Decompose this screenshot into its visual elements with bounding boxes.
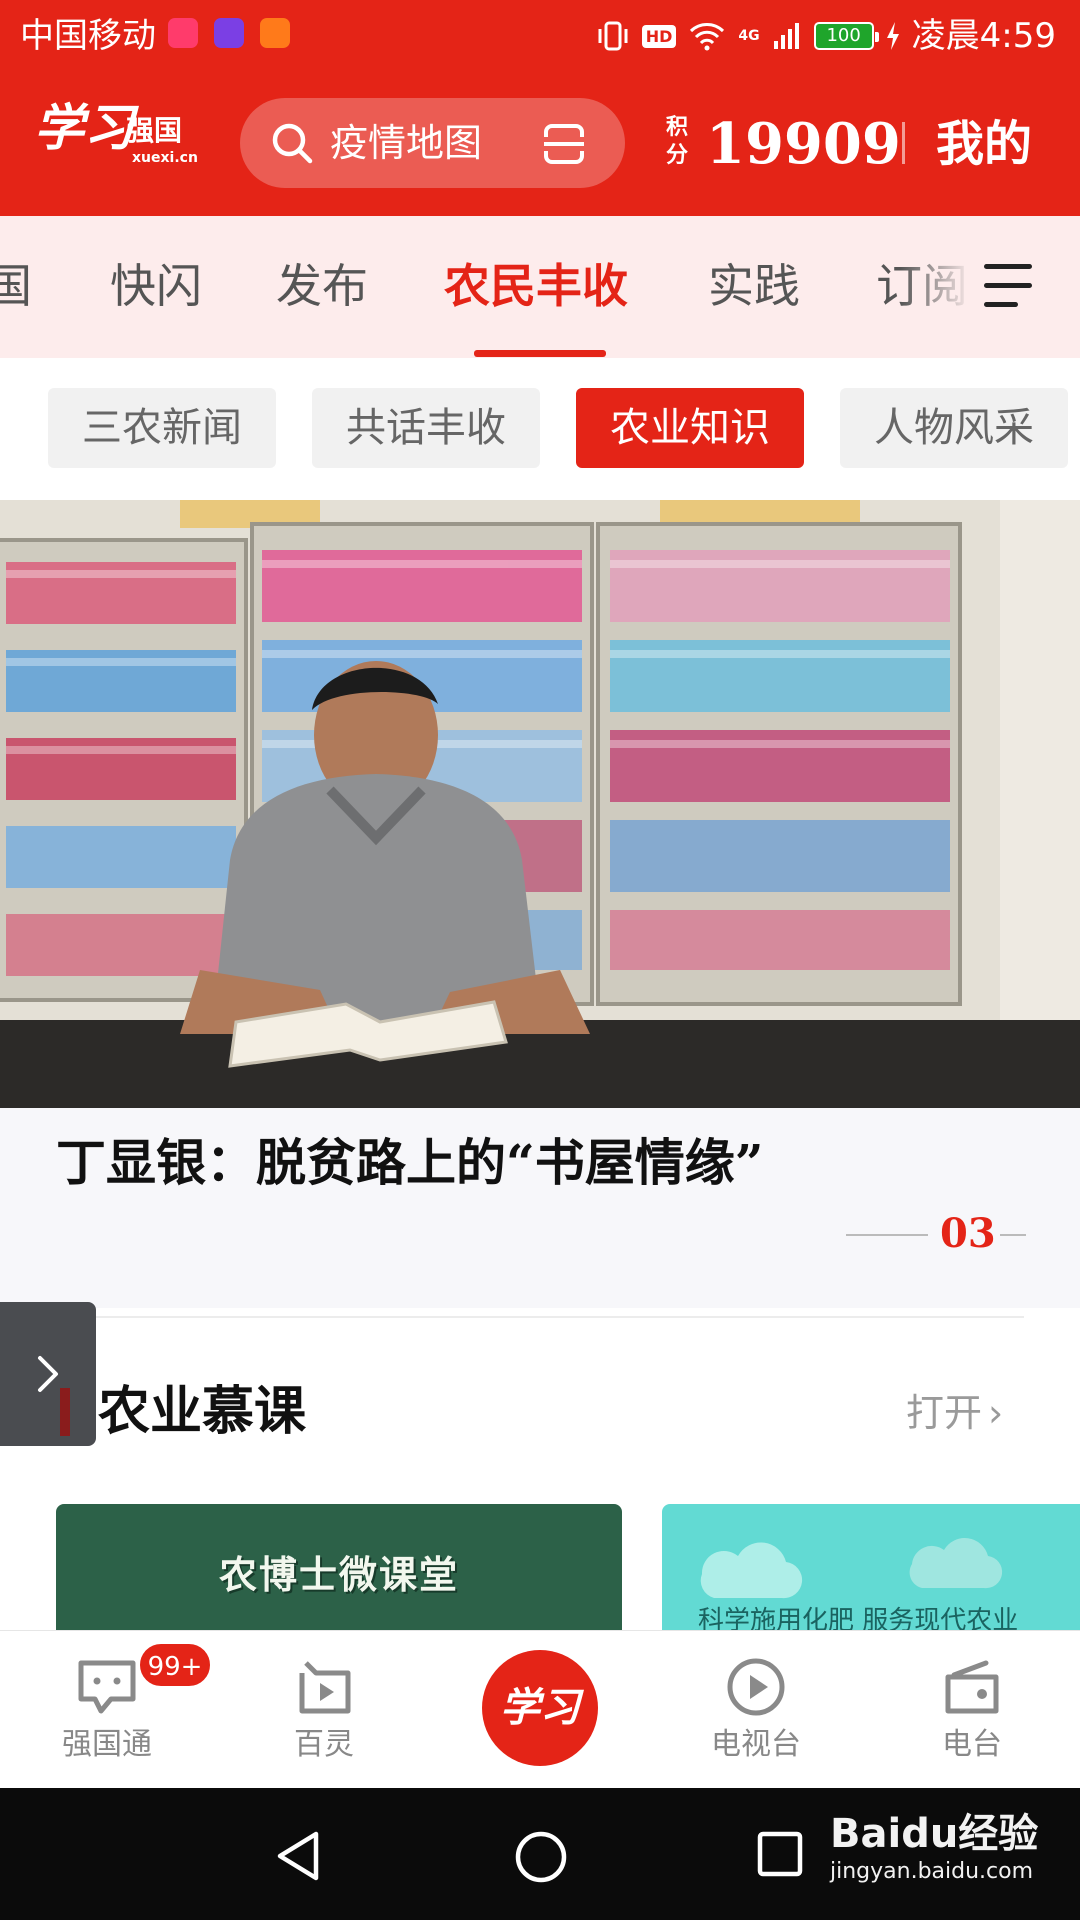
battery-indicator: 100 bbox=[813, 22, 879, 50]
course-card[interactable]: 科学施用化肥 服务现代农业 bbox=[662, 1504, 1080, 1630]
search-input[interactable]: 疫情地图 bbox=[330, 121, 482, 165]
vibrate-icon bbox=[598, 21, 628, 51]
section-accent-bar bbox=[60, 1388, 70, 1436]
tab-nongmin-fengshou[interactable]: 农民丰收 bbox=[444, 256, 628, 316]
subtab-sannong-news[interactable]: 三农新闻 bbox=[48, 388, 276, 468]
section-divider bbox=[96, 1316, 1024, 1318]
course-card-subtitle: 科学施用化肥 服务现代农业 bbox=[698, 1606, 1019, 1630]
tab-kuaishan[interactable]: 快闪 bbox=[110, 256, 202, 316]
logo-domain: xuexi.cn bbox=[132, 150, 198, 166]
unread-badge: 99+ bbox=[138, 1642, 212, 1688]
play-circle-icon bbox=[727, 1658, 785, 1716]
shuabao-app-icon bbox=[214, 18, 244, 48]
radio-icon bbox=[945, 1660, 999, 1714]
tab-guo[interactable]: 国 bbox=[0, 256, 32, 316]
open-label: 打开 bbox=[906, 1391, 983, 1435]
hero-title[interactable]: 丁显银：脱贫路上的“书屋情缘” bbox=[56, 1128, 764, 1198]
section-title: 农业慕课 bbox=[98, 1381, 307, 1442]
course-card[interactable]: 农博士微课堂 bbox=[56, 1504, 622, 1630]
section-open-link[interactable]: 打开 › bbox=[906, 1388, 1003, 1438]
header-divider bbox=[902, 122, 905, 164]
heart-app-icon bbox=[168, 18, 198, 48]
search-icon bbox=[272, 123, 313, 164]
mine-button[interactable]: 我的 bbox=[936, 112, 1032, 176]
subtab-gonghua-fengshou[interactable]: 共话丰收 bbox=[312, 388, 540, 468]
pager-number: 03 bbox=[940, 1210, 996, 1257]
nav-label: 电视台 bbox=[711, 1727, 801, 1762]
baidu-jingyan-watermark: Baidu经验 jingyan.baidu.com bbox=[830, 1810, 1038, 1886]
active-tab-indicator bbox=[474, 350, 606, 357]
recents-icon[interactable] bbox=[756, 1830, 804, 1878]
taobao-app-icon bbox=[260, 18, 290, 48]
xuexi-logo-icon[interactable]: 学习 bbox=[482, 1650, 598, 1766]
hero-image[interactable] bbox=[0, 500, 1080, 1108]
xuexi-logo[interactable]: 学习 强国 xuexi.cn bbox=[34, 98, 204, 178]
play-square-icon bbox=[299, 1661, 351, 1714]
pager-line-right bbox=[1000, 1234, 1026, 1236]
nav-diantai[interactable]: 电台 bbox=[892, 1631, 1052, 1789]
nav-label: 强国通 bbox=[62, 1727, 152, 1762]
clock: 凌晨4:59 bbox=[911, 16, 1056, 56]
network-type: 4G bbox=[738, 28, 760, 44]
watermark-sub: jingyan.baidu.com bbox=[830, 1859, 1034, 1884]
channel-tabs: 国 快闪 发布 农民丰收 实践 订阅 bbox=[0, 216, 1080, 358]
status-bar: 中国移动 HD 4G 100 凌晨4:59 bbox=[0, 0, 1080, 72]
charging-icon bbox=[886, 22, 899, 50]
scan-icon[interactable] bbox=[542, 123, 586, 165]
side-panel-toggle[interactable] bbox=[0, 1302, 96, 1446]
hamburger-menu-icon[interactable] bbox=[984, 264, 1032, 308]
chevron-right-small-icon: › bbox=[988, 1391, 1004, 1435]
chevron-right-icon bbox=[38, 1356, 58, 1392]
tab-shijian[interactable]: 实践 bbox=[708, 256, 800, 316]
app-header: 中国移动 HD 4G 100 凌晨4:59 学习 强国 xuexi.cn 疫情地… bbox=[0, 0, 1080, 216]
nav-label: 百灵 bbox=[294, 1727, 354, 1762]
subtab-renwu-fengcai[interactable]: 人物风采 bbox=[840, 388, 1068, 468]
hd-indicator: HD bbox=[641, 24, 677, 48]
course-card-title: 农博士微课堂 bbox=[218, 1553, 459, 1597]
tab-fabu[interactable]: 发布 bbox=[276, 256, 368, 316]
pager-line-left bbox=[846, 1234, 928, 1236]
wifi-icon bbox=[690, 23, 725, 51]
back-icon[interactable] bbox=[274, 1830, 324, 1882]
carousel-page-indicator: 03 bbox=[846, 1210, 1026, 1258]
library-reader-illustration bbox=[0, 500, 1080, 1108]
chat-bubble-icon bbox=[78, 1660, 136, 1714]
nav-bailing[interactable]: 百灵 bbox=[244, 1631, 404, 1789]
search-bar[interactable]: 疫情地图 bbox=[240, 98, 625, 188]
nav-label: 电台 bbox=[942, 1727, 1002, 1762]
watermark-main: Baidu经验 bbox=[830, 1811, 1039, 1857]
nav-dianshitai[interactable]: 电视台 bbox=[676, 1631, 836, 1789]
points-label: 积分 bbox=[666, 115, 689, 168]
carrier-name: 中国移动 bbox=[20, 16, 156, 56]
signal-icon bbox=[773, 23, 799, 49]
subtab-nongye-zhishi[interactable]: 农业知识 bbox=[576, 388, 804, 468]
logo-script: 学习 bbox=[34, 98, 134, 157]
home-icon[interactable] bbox=[514, 1830, 568, 1884]
points-value: 19909 bbox=[706, 111, 901, 177]
logo-name: 强国 bbox=[126, 114, 183, 147]
